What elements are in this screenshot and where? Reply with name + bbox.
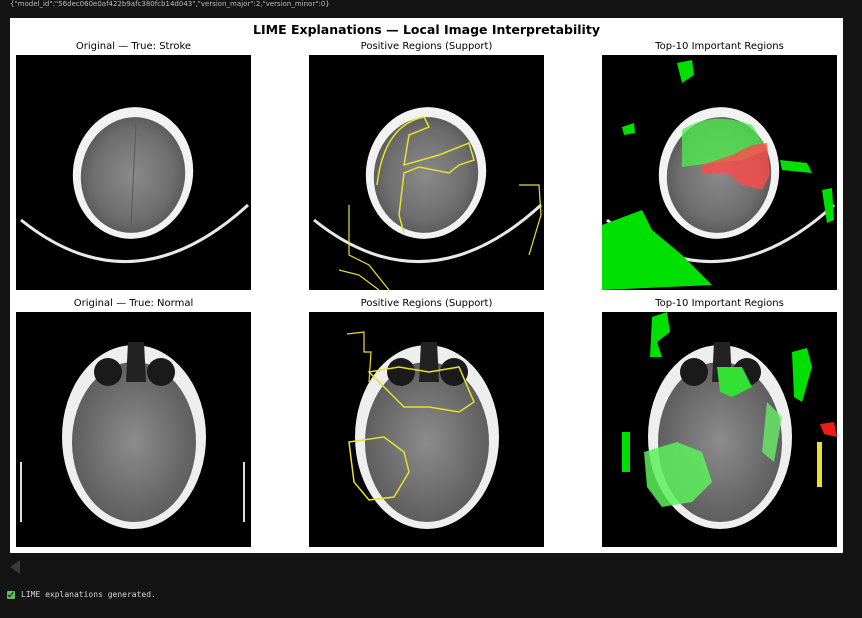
lime-figure: LIME Explanations — Local Image Interpre… [10, 18, 843, 553]
panel-title-r1c2: Positive Regions (Support) [360, 41, 493, 52]
panel-title-r2c3: Top-10 Important Regions [655, 298, 784, 309]
ct-original-normal [16, 312, 251, 547]
panel-title-r2c1: Original — True: Normal [73, 298, 194, 309]
collapse-arrow-icon[interactable] [10, 560, 20, 574]
status-text: LIME explanations generated. [21, 590, 156, 599]
status-row: LIME explanations generated. [7, 590, 156, 599]
ct-original-stroke [16, 55, 251, 290]
lime-top10-regions-normal [602, 312, 837, 547]
lime-positive-regions-normal [309, 312, 544, 547]
lime-positive-regions-stroke [309, 55, 544, 290]
checkbox-checked-icon [7, 590, 15, 599]
panel-title-r1c1: Original — True: Stroke [75, 41, 192, 52]
figure-title: LIME Explanations — Local Image Interpre… [253, 22, 600, 37]
panel-title-r1c3: Top-10 Important Regions [655, 41, 784, 52]
panel-title-r2c2: Positive Regions (Support) [360, 298, 493, 309]
output-metadata: {"model_id":"56dec060e0af422b9afc380fcb1… [10, 0, 330, 8]
lime-top10-regions-stroke [602, 55, 837, 290]
